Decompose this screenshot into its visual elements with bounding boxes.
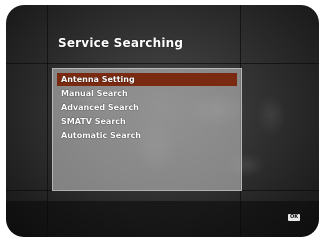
menu-item-antenna-setting[interactable]: Antenna Setting (57, 73, 237, 86)
tv-screen: Service Searching Antenna Setting Manual… (6, 5, 319, 237)
bottom-bar (6, 201, 319, 237)
menu-panel: Antenna Setting Manual Search Advanced S… (52, 68, 242, 191)
page-title: Service Searching (58, 36, 184, 50)
menu-item-smatv-search[interactable]: SMATV Search (57, 115, 237, 128)
menu-item-automatic-search[interactable]: Automatic Search (57, 129, 237, 142)
menu-item-manual-search[interactable]: Manual Search (57, 87, 237, 100)
menu-list: Antenna Setting Manual Search Advanced S… (57, 73, 237, 143)
menu-item-advanced-search[interactable]: Advanced Search (57, 101, 237, 114)
ok-button-icon: OK (288, 214, 300, 221)
grid-line-horizontal (6, 63, 319, 64)
